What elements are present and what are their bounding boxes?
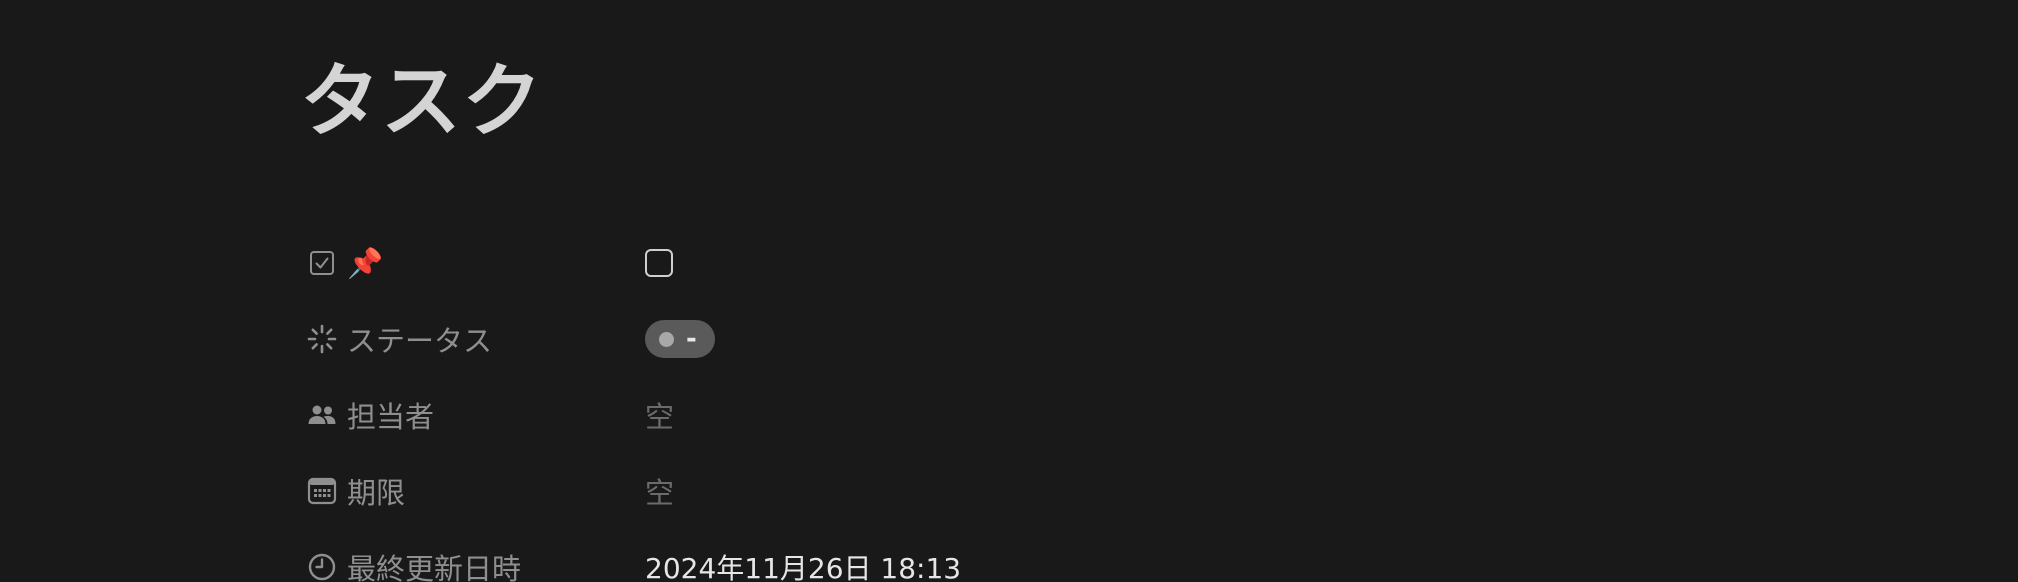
status-dot-icon	[659, 331, 674, 347]
property-row-pin: 📌	[300, 225, 1500, 301]
property-name-assignee[interactable]: 担当者	[300, 389, 644, 441]
property-label-status: ステータス	[347, 324, 493, 358]
property-label-last-edited: 最終更新日時	[347, 552, 522, 582]
property-row-status: ステータス -	[300, 301, 1500, 377]
property-list: 📌 ステータス - 担当者 空 期限 空 最終更新日時 2024年11月26日 …	[300, 225, 1500, 582]
property-row-assignee: 担当者 空	[300, 377, 1500, 453]
property-value-assignee[interactable]: 空	[644, 389, 1500, 441]
property-label-due-date: 期限	[347, 476, 406, 510]
calendar-icon	[305, 474, 339, 508]
property-value-pin	[644, 237, 1500, 289]
status-spinner-icon	[305, 322, 339, 356]
status-badge[interactable]: -	[645, 320, 715, 358]
pin-checkbox[interactable]	[645, 249, 673, 277]
property-name-status[interactable]: ステータス	[300, 313, 644, 365]
property-label-assignee: 担当者	[347, 400, 435, 434]
property-value-due-date[interactable]: 空	[644, 465, 1500, 517]
page-title[interactable]: タスク	[300, 62, 543, 142]
task-page: タスク 📌 ステータス - 担当者 空 期限 空 最終更新日時 2024年11月…	[0, 0, 2018, 582]
pushpin-icon: 📌	[347, 245, 384, 280]
people-icon	[305, 398, 339, 432]
due-date-empty-text: 空	[645, 476, 675, 510]
property-name-last-edited[interactable]: 最終更新日時	[300, 541, 644, 582]
checkbox-icon	[305, 246, 339, 280]
property-value-status[interactable]: -	[644, 313, 1500, 365]
assignee-empty-text: 空	[645, 400, 675, 434]
clock-icon	[305, 550, 339, 582]
property-name-pin[interactable]: 📌	[300, 237, 644, 289]
property-row-last-edited: 最終更新日時 2024年11月26日 18:13	[300, 529, 1500, 582]
last-edited-datetime: 2024年11月26日 18:13	[645, 552, 962, 582]
status-text: -	[686, 324, 697, 354]
property-name-due-date[interactable]: 期限	[300, 465, 644, 517]
property-value-last-edited: 2024年11月26日 18:13	[644, 541, 1500, 582]
property-row-due-date: 期限 空	[300, 453, 1500, 529]
